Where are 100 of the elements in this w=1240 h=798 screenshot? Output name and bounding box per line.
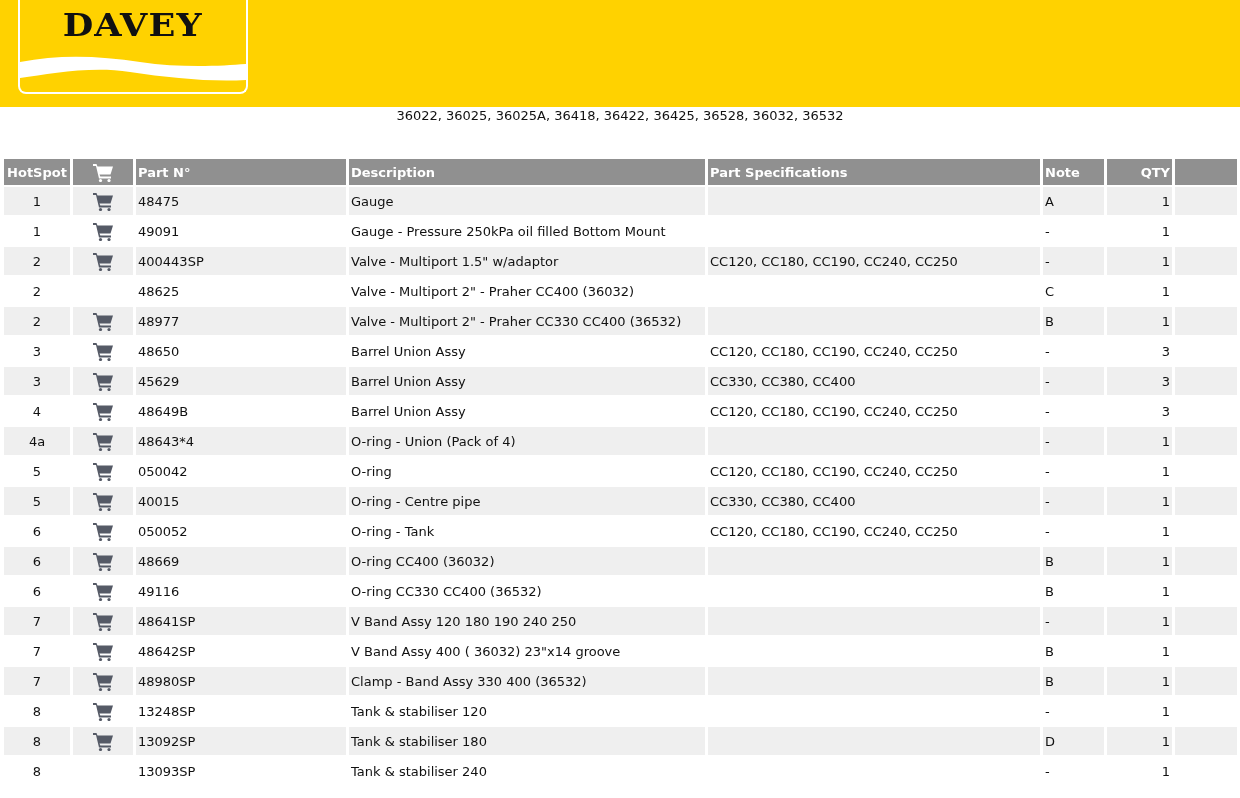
table-cell: 1	[1107, 427, 1172, 455]
column-header: Part Specifications	[708, 159, 1040, 185]
cart-icon[interactable]	[92, 461, 114, 481]
table-cell: 3	[4, 367, 70, 395]
table-cell-text: 2	[31, 282, 43, 301]
table-cell: 2	[4, 247, 70, 275]
table-cell-text: 1	[1160, 642, 1171, 661]
table-cell: 1	[1107, 727, 1172, 755]
table-cell-text: O-ring CC330 CC400 (36532)	[350, 582, 543, 601]
table-cell-text: 1	[1160, 522, 1171, 541]
table-cell-text: -	[1044, 762, 1051, 781]
cart-icon[interactable]	[92, 311, 114, 331]
table-cell: 48475	[136, 187, 346, 215]
cart-icon[interactable]	[92, 491, 114, 511]
table-cell: 48977	[136, 307, 346, 335]
table-cell-text: 1	[1160, 462, 1171, 481]
table-cell-text: Barrel Union Assy	[350, 342, 467, 361]
column-header: HotSpot	[4, 159, 70, 185]
table-cell-text: 48625	[137, 282, 181, 301]
table-cell-text: 49116	[137, 582, 181, 601]
table-cell: 7	[4, 607, 70, 635]
table-cell: B	[1043, 667, 1104, 695]
table-cell-text: -	[1044, 342, 1051, 361]
table-cell: 1	[4, 187, 70, 215]
table-cell-text: -	[1044, 222, 1051, 241]
column-header: Note	[1043, 159, 1104, 185]
table-cell: Barrel Union Assy	[349, 367, 705, 395]
cart-icon[interactable]	[92, 611, 114, 631]
table-cell: Gauge	[349, 187, 705, 215]
cart-icon[interactable]	[92, 521, 114, 541]
cart-icon[interactable]	[92, 191, 114, 211]
table-cell: 8	[4, 727, 70, 755]
table-cell: 5	[4, 487, 70, 515]
table-cell-text: 3	[31, 342, 43, 361]
cart-icon[interactable]	[92, 401, 114, 421]
column-header: QTY	[1107, 159, 1172, 185]
table-cell: 6	[4, 547, 70, 575]
table-cell-text: CC120, CC180, CC190, CC240, CC250	[709, 402, 959, 421]
table-cell: 1	[1107, 307, 1172, 335]
table-cell: -	[1043, 427, 1104, 455]
table-cell: -	[1043, 367, 1104, 395]
table-cell-text: -	[1044, 702, 1051, 721]
table-cell: Clamp - Band Assy 330 400 (36532)	[349, 667, 705, 695]
cart-icon[interactable]	[92, 251, 114, 271]
table-cell-text: 050042	[137, 462, 189, 481]
table-cell: 1	[1107, 667, 1172, 695]
table-cell-text: B	[1044, 582, 1055, 601]
table-cell-text: Valve - Multiport 2" - Praher CC400 (36032)	[350, 282, 636, 301]
model-list: 36022, 36025, 36025A, 36418, 36422, 36425, 36528, 36032, 36532	[396, 107, 844, 157]
table-cell: 1	[1107, 247, 1172, 275]
table-cell-text: 050052	[137, 522, 189, 541]
table-cell-text: 13093SP	[137, 762, 197, 781]
table-cell-text: 1	[1160, 702, 1171, 721]
table-cell-text: 1	[31, 222, 43, 241]
cart-icon[interactable]	[92, 641, 114, 661]
table-cell-text: 1	[1160, 582, 1171, 601]
cart-icon[interactable]	[92, 551, 114, 571]
table-cell: Tank & stabiliser 180	[349, 727, 705, 755]
table-cell-text: -	[1044, 522, 1051, 541]
logo-wordmark: DAVEY	[63, 6, 203, 44]
cart-icon[interactable]	[92, 731, 114, 751]
table-cell: Valve - Multiport 2" - Praher CC330 CC400 (36532)	[349, 307, 705, 335]
table-cell-text: 48642SP	[137, 642, 197, 661]
table-cell-text: 6	[31, 522, 43, 541]
table-cell-text: 6	[31, 582, 43, 601]
table-cell: O-ring - Union (Pack of 4)	[349, 427, 705, 455]
table-cell: D	[1043, 727, 1104, 755]
table-cell-text: CC120, CC180, CC190, CC240, CC250	[709, 342, 959, 361]
table-cell: O-ring CC400 (36032)	[349, 547, 705, 575]
table-cell-text: Tank & stabiliser 240	[350, 762, 488, 781]
cart-icon[interactable]	[92, 371, 114, 391]
table-cell-text: 4	[31, 402, 43, 421]
table-cell: 400443SP	[136, 247, 346, 275]
table-cell-text: 3	[1160, 402, 1171, 421]
table-cell-text: 1	[1160, 282, 1171, 301]
table-cell: 48641SP	[136, 607, 346, 635]
cart-icon[interactable]	[92, 431, 114, 451]
table-cell-text: 8	[31, 702, 43, 721]
cart-icon[interactable]	[92, 581, 114, 601]
table-cell: 1	[1107, 607, 1172, 635]
table-cell: A	[1043, 187, 1104, 215]
table-cell-text: -	[1044, 402, 1051, 421]
table-cell-text: Tank & stabiliser 120	[350, 702, 488, 721]
cart-icon[interactable]	[92, 221, 114, 241]
cart-icon[interactable]	[92, 701, 114, 721]
table-cell: 3	[1107, 367, 1172, 395]
cart-icon[interactable]	[92, 671, 114, 691]
table-cell-text: C	[1044, 282, 1056, 301]
table-cell: 40015	[136, 487, 346, 515]
column-header: Description	[349, 159, 705, 185]
table-cell: 48669	[136, 547, 346, 575]
table-cell-text: V Band Assy 400 ( 36032) 23"x14 groove	[350, 642, 622, 661]
cart-icon[interactable]	[92, 341, 114, 361]
table-cell-text: 8	[31, 762, 43, 781]
table-cell: V Band Assy 120 180 190 240 250	[349, 607, 705, 635]
cart-icon	[92, 162, 114, 182]
table-cell: B	[1043, 547, 1104, 575]
table-cell-text: 7	[31, 642, 43, 661]
table-cell-text: 13248SP	[137, 702, 197, 721]
table-cell: B	[1043, 307, 1104, 335]
